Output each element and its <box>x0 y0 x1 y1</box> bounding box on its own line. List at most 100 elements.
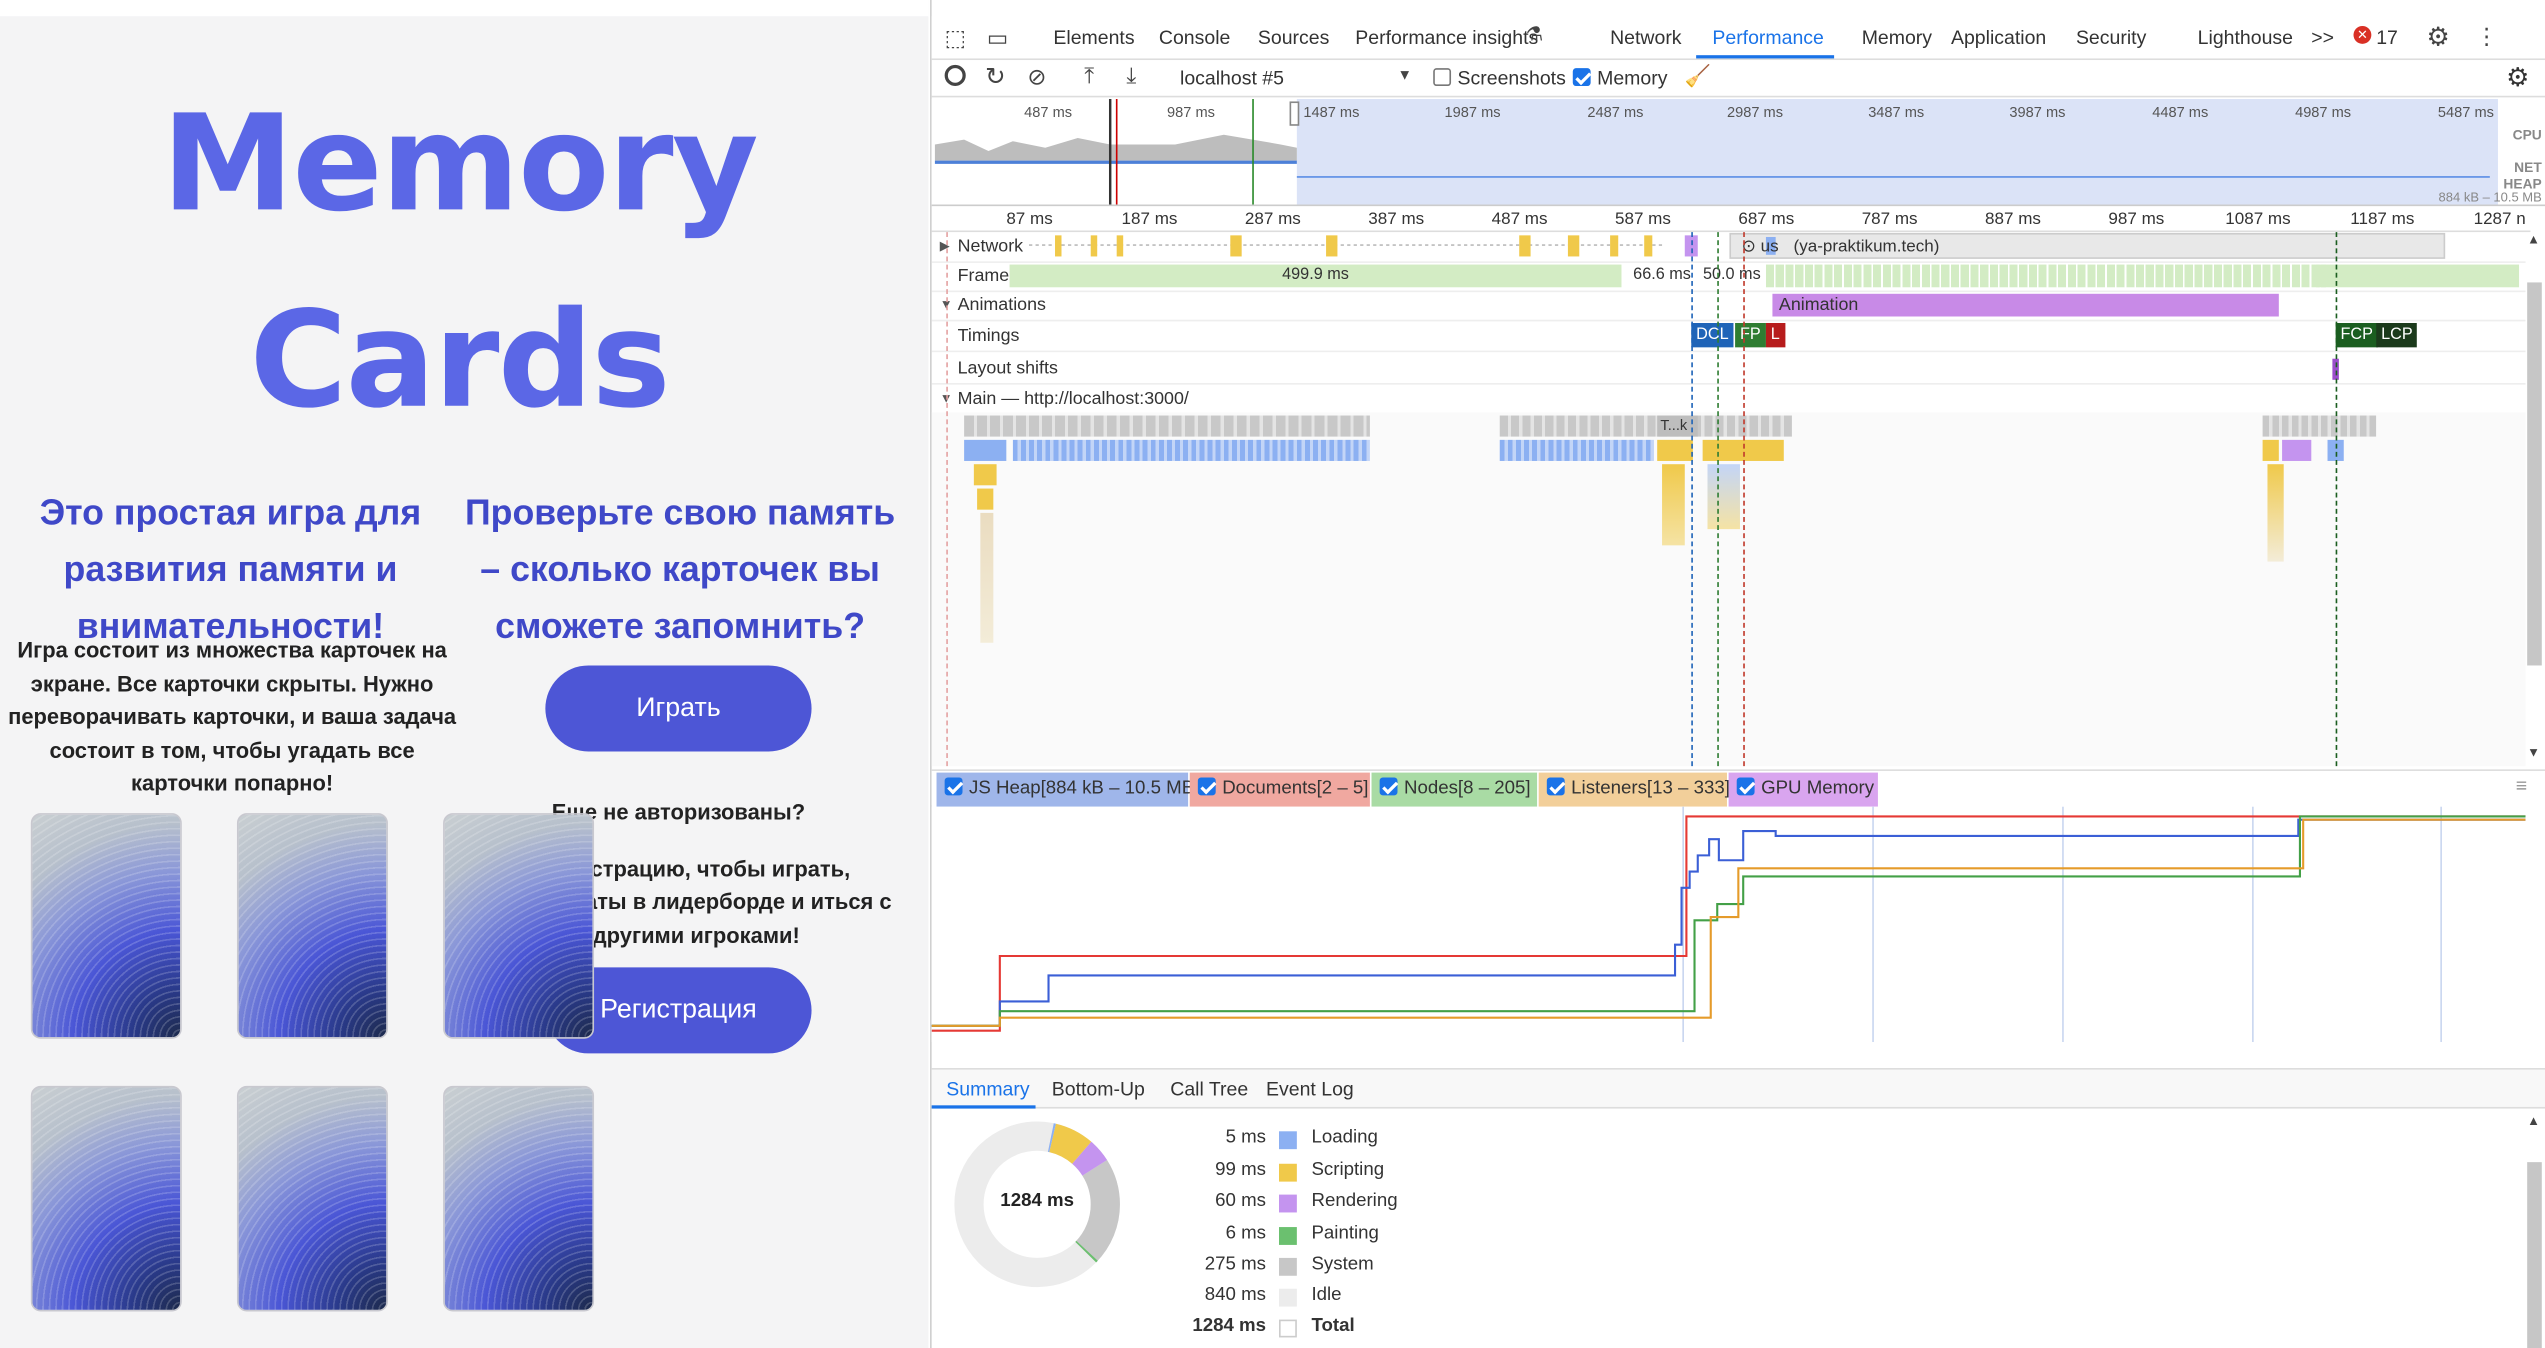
tab-bottom-up[interactable]: Bottom-Up <box>1052 1078 1145 1101</box>
more-tabs-button[interactable]: >> <box>2311 26 2334 49</box>
tab-console[interactable]: Console <box>1159 26 1230 49</box>
devtools-tabbar: ⬚ ▭ Elements Console Sources Performance… <box>931 16 2545 61</box>
js-heap-checkbox[interactable] <box>944 777 963 796</box>
animations-track[interactable]: ▼ Animations Animation <box>931 291 2526 322</box>
render-block[interactable] <box>2282 439 2312 461</box>
script-block[interactable] <box>964 439 1007 461</box>
tab-elements[interactable]: Elements <box>1053 26 1134 49</box>
memory-card[interactable] <box>443 1085 595 1312</box>
garbage-collect-icon[interactable]: 🧹 <box>1685 63 1711 89</box>
nodes-label: Nodes[8 – 205] <box>1403 779 1531 799</box>
tab-performance-insights[interactable]: Performance insights <box>1355 26 1538 49</box>
scroll-up-icon[interactable]: ▲ <box>2527 1113 2540 1128</box>
memory-card[interactable] <box>30 813 182 1039</box>
network-request-label: ⊙ us <box>1741 236 1779 257</box>
download-icon[interactable]: ⤓ <box>1126 62 1136 90</box>
timings-track[interactable]: Timings DCL FP L FCP LCP <box>931 321 2526 353</box>
main-thread-track-header[interactable]: ▼ Main — http://localhost:3000/ <box>932 385 2526 416</box>
tab-memory[interactable]: Memory <box>1862 26 1932 49</box>
dropdown-arrow-icon[interactable]: ▼ <box>1397 67 1411 83</box>
task-block[interactable] <box>1499 415 1792 437</box>
memory-card[interactable] <box>443 813 595 1039</box>
listeners-counter[interactable]: Listeners[13 – 333] <box>1538 772 1730 807</box>
tab-application[interactable]: Application <box>1951 26 2046 49</box>
memory-card[interactable] <box>236 1085 388 1312</box>
lcp-marker[interactable]: LCP <box>2376 322 2418 348</box>
more-options-icon[interactable]: ⋮ <box>2475 23 2498 51</box>
timeline-overview[interactable]: 487 ms 987 ms 1487 ms 1987 ms 2487 ms 29… <box>931 99 2545 207</box>
load-marker[interactable]: L <box>1765 322 1785 348</box>
script-block[interactable] <box>1657 439 1693 461</box>
tab-summary[interactable]: Summary <box>946 1078 1029 1101</box>
tab-sources[interactable]: Sources <box>1258 26 1329 49</box>
network-track[interactable]: ▶ Network ⊙ us (ya-praktikum.tech) <box>931 232 2526 263</box>
overview-tick: 487 ms <box>1024 103 1073 121</box>
fcp-line <box>2335 232 2338 767</box>
settings-gear-icon[interactable]: ⚙ <box>2427 21 2450 53</box>
memory-checkbox[interactable] <box>1572 68 1591 87</box>
documents-checkbox[interactable] <box>1197 777 1216 796</box>
time-ruler: 87 ms 187 ms 287 ms 387 ms 487 ms 587 ms… <box>931 208 2531 233</box>
error-count[interactable]: 17 <box>2376 26 2398 49</box>
nodes-counter[interactable]: Nodes[8 – 205] <box>1371 772 1538 807</box>
script-block[interactable] <box>1707 464 1740 530</box>
task-block[interactable] <box>964 415 1370 437</box>
fcp-marker[interactable]: FCP <box>2335 322 2378 348</box>
animation-block[interactable]: Animation <box>1772 293 2279 317</box>
script-block[interactable] <box>2267 464 2284 562</box>
ruler-tick: 787 ms <box>1861 209 1918 229</box>
layout-shifts-track[interactable]: Layout shifts <box>931 354 2526 385</box>
tab-call-tree[interactable]: Call Tree <box>1170 1078 1248 1101</box>
upload-icon[interactable]: ⤒ <box>1084 62 1094 90</box>
js-heap-counter[interactable]: JS Heap[884 kB – 10.5 MB] <box>936 772 1199 807</box>
dcl-marker[interactable]: DCL <box>1691 322 1734 348</box>
legend-swatch <box>1279 1288 1297 1307</box>
frame-block[interactable]: 50.0 ms <box>1701 264 1763 288</box>
inspect-element-icon[interactable]: ⬚ <box>945 24 966 52</box>
script-block[interactable] <box>1012 439 1370 461</box>
device-toolbar-icon[interactable]: ▭ <box>987 24 1008 52</box>
gpu-memory-checkbox[interactable] <box>1736 777 1755 796</box>
clear-icon[interactable]: ⊘ <box>1027 63 1046 91</box>
script-block[interactable] <box>1662 464 1685 546</box>
summary-scrollbar[interactable] <box>2527 1162 2542 1348</box>
tab-performance[interactable]: Performance <box>1712 26 1824 49</box>
menu-icon[interactable]: ≡ <box>2516 774 2527 797</box>
nodes-checkbox[interactable] <box>1379 777 1398 796</box>
fp-marker[interactable]: FP <box>1735 322 1766 348</box>
scroll-up-icon[interactable]: ▲ <box>2527 232 2540 247</box>
memory-card[interactable] <box>236 813 388 1039</box>
script-block[interactable] <box>977 488 994 510</box>
target-select[interactable]: localhost #5 <box>1180 67 1284 90</box>
script-block[interactable] <box>980 512 994 643</box>
frame-strip[interactable] <box>1765 264 2326 288</box>
memory-card[interactable] <box>30 1085 182 1312</box>
documents-label: Documents[2 – 5] <box>1222 779 1369 799</box>
frame-block[interactable]: 499.9 ms <box>1009 264 1622 288</box>
documents-counter[interactable]: Documents[2 – 5] <box>1189 772 1370 807</box>
gpu-memory-counter[interactable]: GPU Memory <box>1728 772 1878 807</box>
flame-scrollbar[interactable] <box>2527 282 2542 666</box>
screenshots-toggle[interactable]: Screenshots <box>1433 67 1566 89</box>
play-button[interactable]: Играть <box>545 665 812 752</box>
record-icon[interactable] <box>944 64 966 87</box>
main-thread-flame-chart[interactable]: T...k <box>931 412 2526 767</box>
frame-strip[interactable] <box>2316 264 2520 288</box>
tab-network[interactable]: Network <box>1610 26 1681 49</box>
script-block[interactable] <box>1499 439 1654 461</box>
listeners-checkbox[interactable] <box>1546 777 1565 796</box>
frame-block[interactable]: 66.6 ms <box>1624 264 1700 288</box>
task-block[interactable] <box>2262 415 2377 437</box>
frames-track[interactable]: Frames 499.9 ms 66.6 ms 50.0 ms <box>931 261 2526 293</box>
tab-event-log[interactable]: Event Log <box>1266 1078 1354 1101</box>
script-block[interactable] <box>973 464 997 486</box>
script-block[interactable] <box>2262 439 2279 461</box>
screenshots-checkbox[interactable] <box>1433 68 1452 87</box>
capture-settings-gear-icon[interactable]: ⚙ <box>2506 62 2529 94</box>
scroll-down-icon[interactable]: ▼ <box>2527 745 2540 760</box>
tab-security[interactable]: Security <box>2076 26 2146 49</box>
reload-record-icon[interactable]: ↻ <box>985 62 1005 91</box>
tab-lighthouse[interactable]: Lighthouse <box>2198 26 2293 49</box>
memory-toggle[interactable]: Memory <box>1572 67 1667 89</box>
error-icon[interactable]: ✕ <box>2353 25 2372 44</box>
